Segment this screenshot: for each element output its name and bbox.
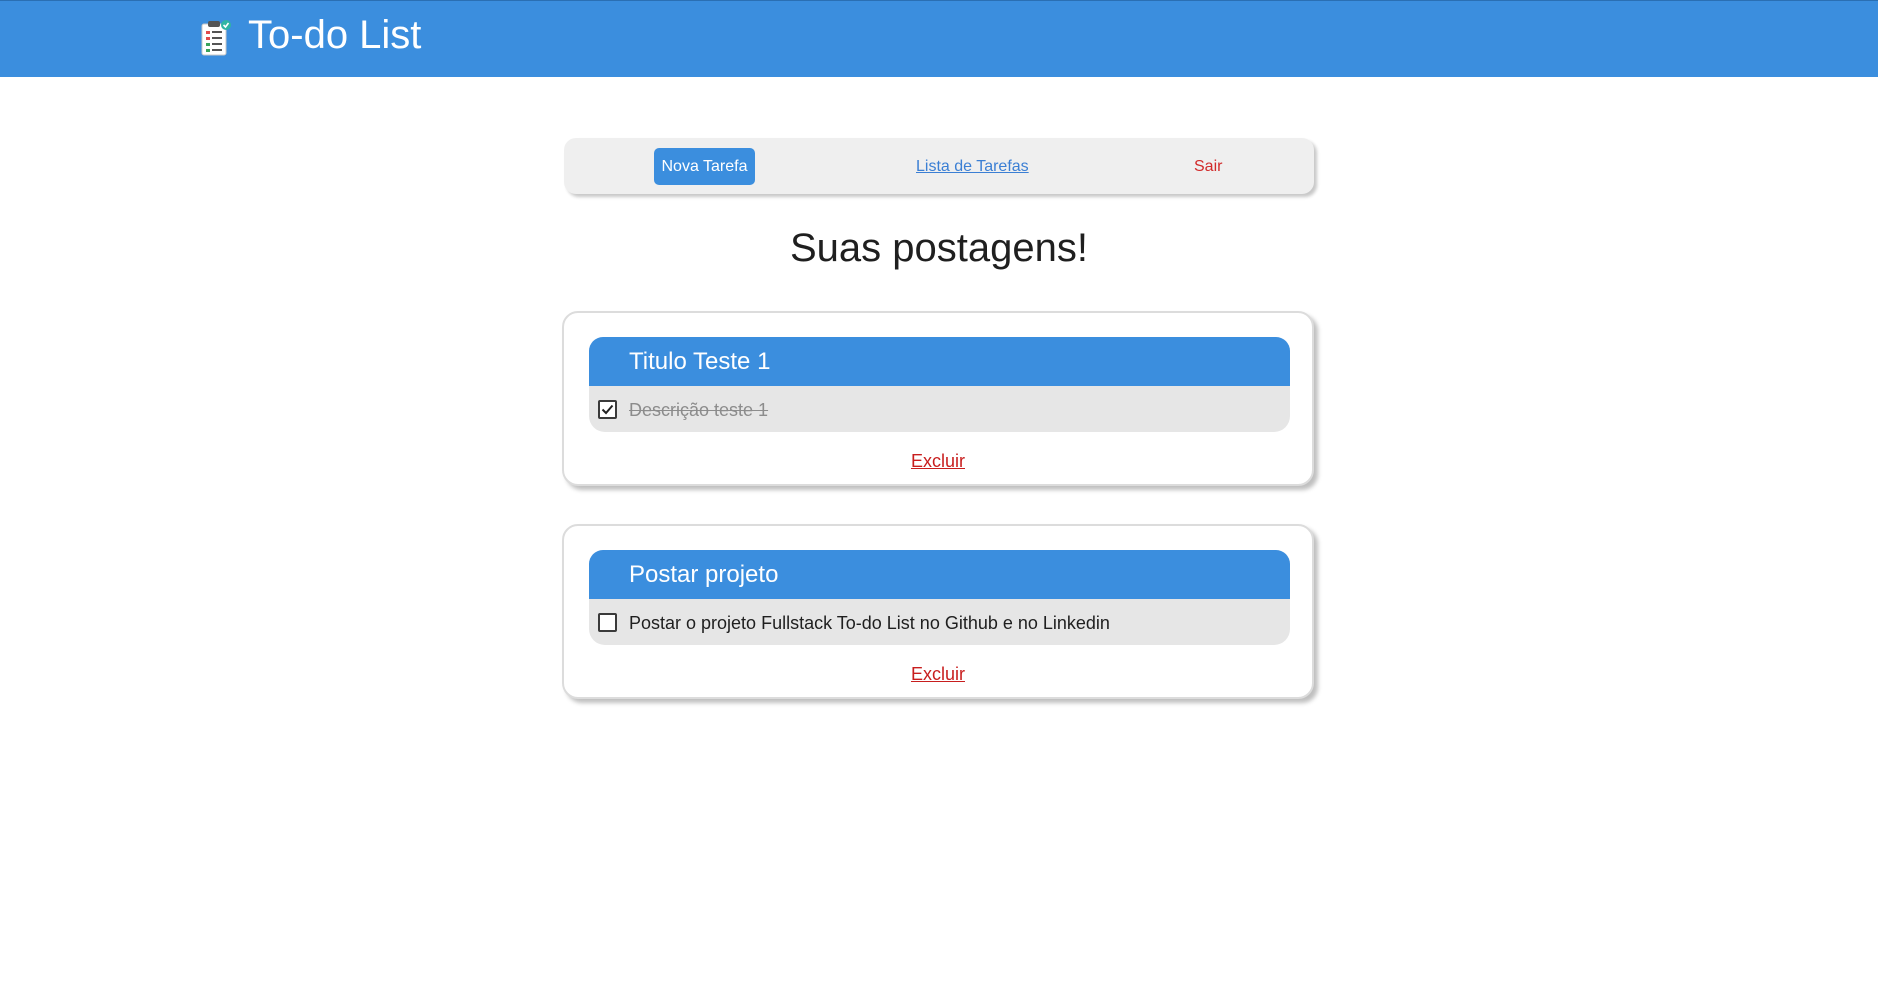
checkmark-icon: [601, 404, 614, 415]
task-done-checkbox[interactable]: [598, 613, 617, 632]
app-title: To-do List: [248, 13, 422, 57]
task-list-link[interactable]: Lista de Tarefas: [916, 157, 1029, 177]
task-description: Descrição teste 1: [629, 400, 769, 420]
task-done-checkbox[interactable]: [598, 400, 617, 419]
page-title: Suas postagens!: [790, 226, 1088, 270]
task-card-header: Titulo Teste 1: [589, 337, 1290, 386]
task-title: Titulo Teste 1: [629, 348, 771, 375]
clipboard-checklist-icon: [200, 18, 232, 58]
delete-task-link[interactable]: Excluir: [564, 663, 1312, 685]
app-header: To-do List: [0, 0, 1878, 77]
brand: To-do List: [200, 11, 421, 59]
task-card-body: Descrição teste 1: [589, 386, 1290, 432]
new-task-button[interactable]: Nova Tarefa: [654, 148, 755, 185]
task-title: Postar projeto: [629, 561, 779, 588]
exit-link[interactable]: Sair: [1194, 157, 1222, 177]
delete-task-link[interactable]: Excluir: [564, 450, 1312, 472]
task-description: Postar o projeto Fullstack To-do List no…: [629, 613, 1110, 633]
main-nav: Nova Tarefa Lista de Tarefas Sair: [564, 138, 1314, 194]
task-card-body: Postar o projeto Fullstack To-do List no…: [589, 599, 1290, 645]
task-card: Postar projeto Postar o projeto Fullstac…: [562, 524, 1314, 699]
task-card-header: Postar projeto: [589, 550, 1290, 599]
task-card: Titulo Teste 1 Descrição teste 1 Excluir: [562, 311, 1314, 486]
